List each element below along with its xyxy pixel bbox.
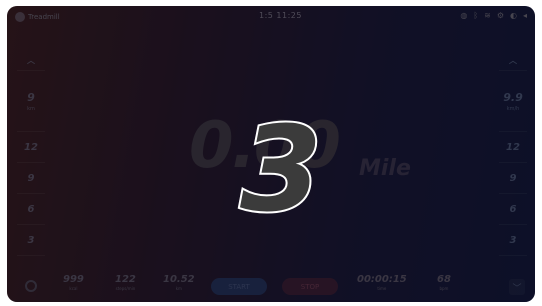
treadmill-screen: Treadmill 1:5 11:25 ◍ ᛒ ≋ ⚙ ◐ ◂ ︿ 9 km 1… <box>7 6 535 302</box>
countdown-overlay: 3 <box>226 98 336 240</box>
countdown-graphic: 3 <box>238 98 324 240</box>
countdown-number: 3 <box>240 106 322 224</box>
